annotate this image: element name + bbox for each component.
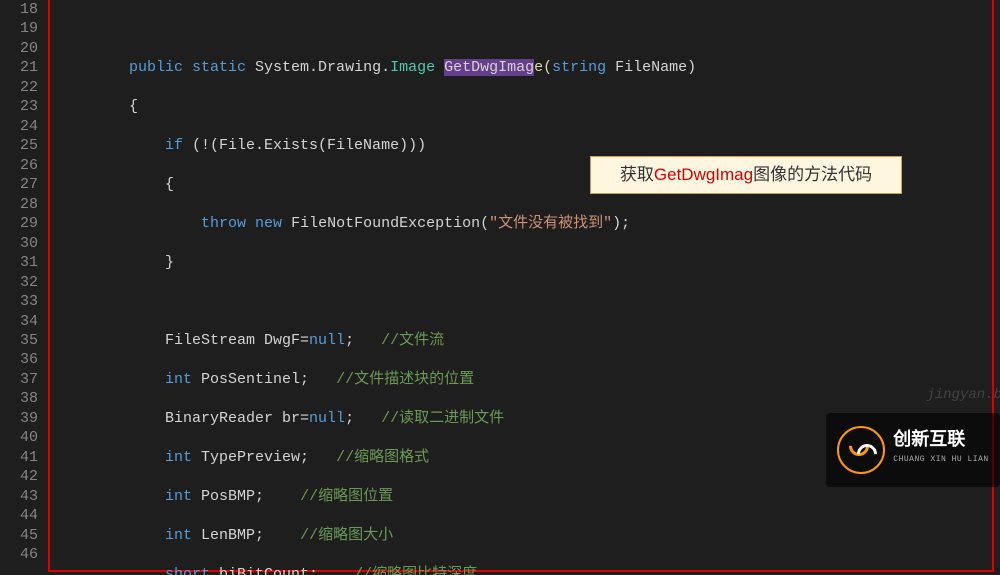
line-number: 40	[0, 428, 38, 447]
line-number: 45	[0, 526, 38, 545]
code-line: }	[48, 253, 1000, 272]
callout-highlight: GetDwgImag	[654, 165, 753, 184]
line-number: 22	[0, 78, 38, 97]
code-line	[48, 19, 1000, 38]
line-number: 26	[0, 156, 38, 175]
line-number: 27	[0, 175, 38, 194]
brand-name: 创新互联	[893, 430, 988, 448]
line-number: 25	[0, 136, 38, 155]
line-number: 28	[0, 195, 38, 214]
line-number: 34	[0, 312, 38, 331]
code-content: public static System.Drawing.Image GetDw…	[48, 0, 1000, 575]
selection-highlight: GetDwgImag	[444, 59, 534, 76]
line-number: 23	[0, 97, 38, 116]
callout-text: 获取	[620, 165, 654, 184]
line-number: 37	[0, 370, 38, 389]
watermark-text: jingyan.b	[926, 386, 1000, 405]
callout-text: 图像的方法代码	[753, 165, 872, 184]
code-line: if (!(File.Exists(FileName)))	[48, 136, 1000, 155]
code-line: short biBitCount; //缩略图比特深度	[48, 565, 1000, 575]
line-number: 32	[0, 273, 38, 292]
line-number: 39	[0, 409, 38, 428]
brand-subtitle: CHUANG XIN HU LIAN	[893, 450, 988, 469]
line-number: 20	[0, 39, 38, 58]
line-number: 21	[0, 58, 38, 77]
logo-icon	[837, 426, 885, 474]
line-number: 36	[0, 350, 38, 369]
line-number: 30	[0, 234, 38, 253]
code-line: int PosBMP; //缩略图位置	[48, 487, 1000, 506]
code-area[interactable]: public static System.Drawing.Image GetDw…	[48, 0, 1000, 575]
line-number: 19	[0, 19, 38, 38]
code-line: int PosSentinel; //文件描述块的位置	[48, 370, 1000, 389]
line-number: 35	[0, 331, 38, 350]
line-number: 42	[0, 467, 38, 486]
code-line: public static System.Drawing.Image GetDw…	[48, 58, 1000, 77]
line-number: 29	[0, 214, 38, 233]
line-number: 33	[0, 292, 38, 311]
line-number: 38	[0, 389, 38, 408]
code-editor: 1819202122232425262728293031323334353637…	[0, 0, 1000, 575]
line-number: 31	[0, 253, 38, 272]
annotation-callout: 获取GetDwgImag图像的方法代码	[590, 156, 902, 194]
line-number: 44	[0, 506, 38, 525]
code-line: {	[48, 97, 1000, 116]
line-number: 41	[0, 448, 38, 467]
code-line: throw new FileNotFoundException("文件没有被找到…	[48, 214, 1000, 233]
code-line	[48, 292, 1000, 311]
line-number: 46	[0, 545, 38, 564]
code-line: int LenBMP; //缩略图大小	[48, 526, 1000, 545]
line-number-gutter: 1819202122232425262728293031323334353637…	[0, 0, 48, 575]
code-line: FileStream DwgF=null; //文件流	[48, 331, 1000, 350]
line-number: 18	[0, 0, 38, 19]
line-number: 24	[0, 117, 38, 136]
line-number: 43	[0, 487, 38, 506]
brand-watermark: 创新互联 CHUANG XIN HU LIAN	[826, 413, 1000, 487]
